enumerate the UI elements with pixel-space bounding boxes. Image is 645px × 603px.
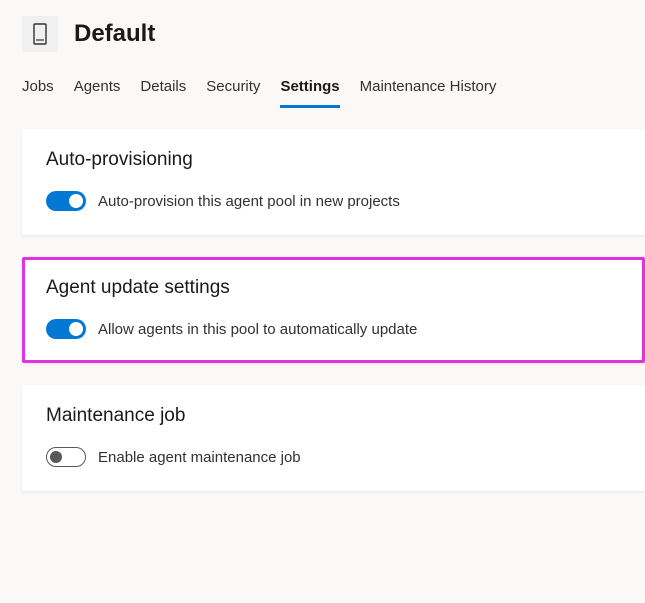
toggle-knob	[50, 451, 62, 463]
auto-provisioning-row: Auto-provision this agent pool in new pr…	[46, 191, 621, 211]
tab-maintenance-history[interactable]: Maintenance History	[360, 72, 497, 108]
auto-provisioning-label: Auto-provision this agent pool in new pr…	[98, 193, 400, 210]
auto-provisioning-card: Auto-provisioning Auto-provision this ag…	[22, 129, 645, 235]
tab-settings[interactable]: Settings	[280, 72, 339, 108]
agent-update-row: Allow agents in this pool to automatical…	[46, 319, 621, 339]
agent-update-label: Allow agents in this pool to automatical…	[98, 321, 417, 338]
maintenance-job-label: Enable agent maintenance job	[98, 449, 301, 466]
tab-jobs[interactable]: Jobs	[22, 72, 54, 108]
toggle-knob	[69, 194, 83, 208]
toggle-knob	[69, 322, 83, 336]
auto-provisioning-toggle[interactable]	[46, 191, 86, 211]
maintenance-job-card: Maintenance job Enable agent maintenance…	[22, 385, 645, 491]
auto-provisioning-title: Auto-provisioning	[46, 149, 621, 171]
page-title: Default	[74, 20, 155, 48]
agent-update-toggle[interactable]	[46, 319, 86, 339]
agent-update-card: Agent update settings Allow agents in th…	[22, 257, 645, 363]
page-header: Default	[0, 0, 645, 60]
tab-bar: Jobs Agents Details Security Settings Ma…	[0, 60, 645, 109]
maintenance-job-toggle[interactable]	[46, 447, 86, 467]
settings-content: Auto-provisioning Auto-provision this ag…	[0, 109, 645, 491]
pool-icon	[22, 16, 58, 52]
tab-security[interactable]: Security	[206, 72, 260, 108]
tab-agents[interactable]: Agents	[74, 72, 121, 108]
maintenance-job-row: Enable agent maintenance job	[46, 447, 621, 467]
maintenance-job-title: Maintenance job	[46, 405, 621, 427]
tab-details[interactable]: Details	[140, 72, 186, 108]
agent-update-title: Agent update settings	[46, 277, 621, 299]
